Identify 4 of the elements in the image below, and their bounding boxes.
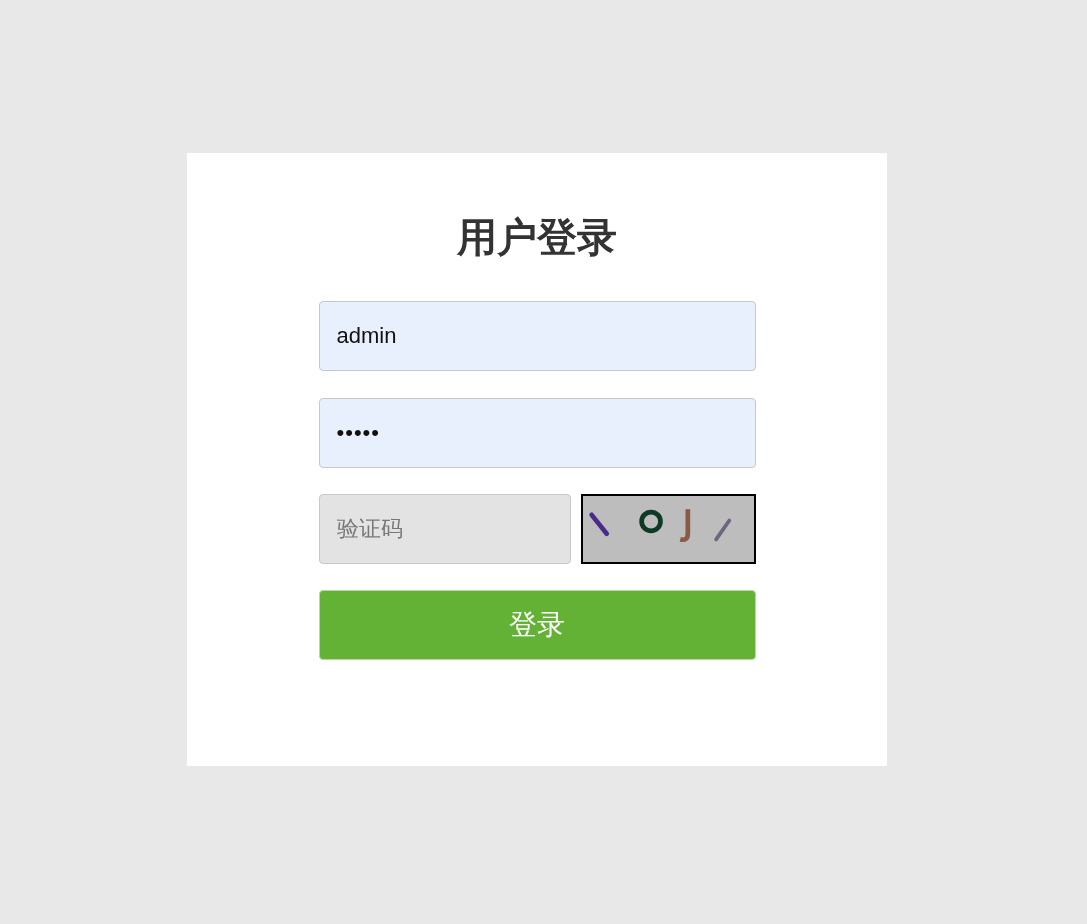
login-title: 用户登录 bbox=[457, 214, 617, 261]
username-field[interactable]: admin bbox=[318, 301, 756, 371]
password-field[interactable]: ••••• bbox=[318, 398, 756, 468]
captcha-field[interactable]: 验证码 bbox=[318, 494, 571, 564]
